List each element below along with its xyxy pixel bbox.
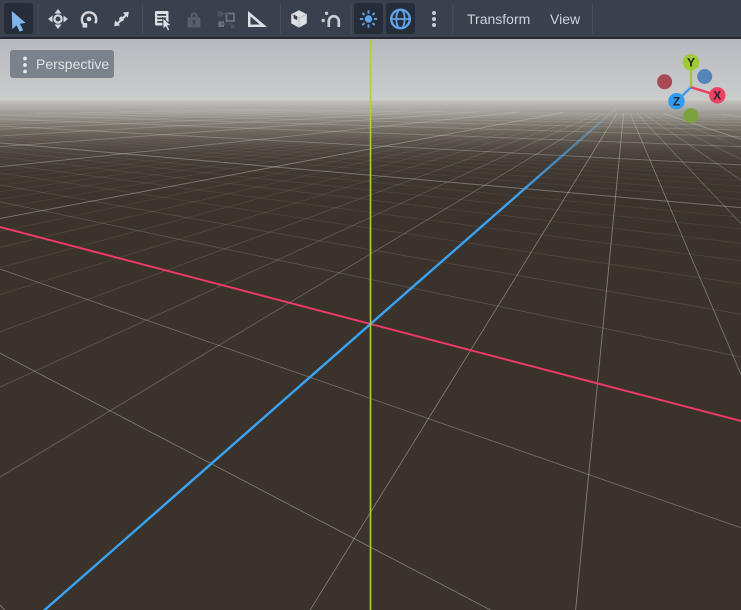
svg-text:X: X [713, 89, 721, 103]
svg-text:Z: Z [673, 95, 680, 109]
svg-text:Y: Y [687, 56, 695, 70]
svg-text:Transform: Transform [467, 11, 530, 27]
svg-text:View: View [550, 11, 581, 27]
